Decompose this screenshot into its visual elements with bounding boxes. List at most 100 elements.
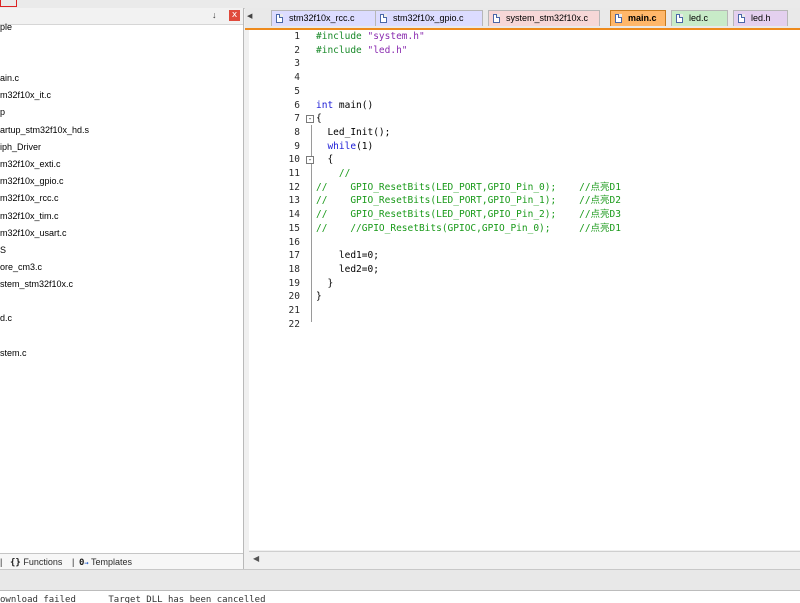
code-line: // //GPIO_ResetBits(GPIOC,GPIO_Pin_0); /… bbox=[316, 222, 621, 236]
code-token: while bbox=[327, 140, 357, 152]
line-number: 2 bbox=[294, 44, 300, 56]
code-token: // GPIO_ResetBits(LED_PORT,GPIO_Pin_0); … bbox=[316, 181, 621, 193]
code-line: { bbox=[316, 112, 322, 126]
line-number: 18 bbox=[288, 263, 300, 275]
code-token: #include bbox=[316, 44, 368, 56]
tab-file-1[interactable]: stm32f10x_gpio.c bbox=[375, 10, 483, 26]
tab-functions-label: Functions bbox=[23, 557, 63, 567]
tree-item[interactable]: stem_stm32f10x.c bbox=[0, 279, 73, 293]
tab-templates-label: Templates bbox=[90, 557, 133, 567]
pin-icon[interactable]: ↓ bbox=[212, 10, 217, 20]
code-line: Led_Init(); bbox=[316, 126, 390, 140]
tab-templates[interactable]: 0→ Templates bbox=[79, 555, 132, 569]
tree-item[interactable]: iph_Driver bbox=[0, 142, 41, 156]
fold-toggle-icon[interactable]: - bbox=[306, 115, 314, 124]
tree-item[interactable]: S bbox=[0, 245, 6, 259]
file-icon bbox=[615, 14, 622, 23]
code-token: (1) bbox=[356, 140, 374, 152]
project-panel: ↓ x ple ain.c m32f10x_it.cp artup_stm32f10x… bbox=[0, 8, 244, 570]
close-icon[interactable]: x bbox=[229, 10, 240, 21]
tree-item[interactable]: m32f10x_rcc.c bbox=[0, 193, 59, 207]
code-token: "system.h" bbox=[367, 31, 425, 42]
code-line: while(1) bbox=[316, 140, 373, 154]
tree-item[interactable]: d.c bbox=[0, 313, 12, 327]
code-token: "led.h" bbox=[367, 44, 408, 56]
code-token: } bbox=[316, 277, 334, 289]
line-number: 11 bbox=[288, 168, 300, 179]
templates-icon: 0→ bbox=[79, 558, 89, 568]
tree-item[interactable]: m32f10x_tim.c bbox=[0, 211, 59, 225]
tab-label: stm32f10x_rcc.c bbox=[289, 13, 355, 23]
line-number: 21 bbox=[288, 305, 300, 316]
code-line: int main() bbox=[316, 99, 373, 113]
tree-item[interactable]: m32f10x_exti.c bbox=[0, 159, 61, 173]
code-token: int bbox=[316, 99, 334, 111]
tree-item[interactable]: ain.c bbox=[0, 73, 19, 87]
tree-item[interactable]: ore_cm3.c bbox=[0, 262, 42, 276]
line-number: 8 bbox=[294, 126, 300, 138]
project-panel-tabs: | {} Functions | 0→ Templates bbox=[0, 553, 243, 570]
file-icon bbox=[738, 14, 745, 23]
code-line: // GPIO_ResetBits(LED_PORT,GPIO_Pin_1); … bbox=[316, 194, 621, 208]
horizontal-scrollbar[interactable]: ◀ bbox=[249, 551, 800, 567]
tree-item[interactable]: stem.c bbox=[0, 348, 27, 362]
code-line: #include "system.h" bbox=[316, 30, 425, 44]
code-line: led1=0; bbox=[316, 249, 379, 263]
project-panel-header: ↓ x bbox=[0, 8, 243, 25]
code-token: { bbox=[316, 113, 322, 125]
file-icon bbox=[276, 14, 283, 23]
tree-item[interactable]: m32f10x_gpio.c bbox=[0, 176, 64, 190]
file-icon bbox=[380, 14, 387, 23]
tab-functions[interactable]: {} Functions bbox=[10, 555, 62, 569]
highlight-box bbox=[0, 0, 17, 7]
code-token: } bbox=[316, 291, 322, 303]
panel-splitter[interactable] bbox=[0, 569, 800, 591]
line-number: 13 bbox=[288, 195, 300, 207]
scroll-left-icon[interactable]: ◀ bbox=[253, 554, 259, 563]
code-line: #include "led.h" bbox=[316, 44, 408, 58]
tree-item[interactable]: artup_stm32f10x_hd.s bbox=[0, 125, 89, 139]
code-token: // //GPIO_ResetBits(GPIOC,GPIO_Pin_0); /… bbox=[316, 222, 621, 234]
code-token: { bbox=[316, 154, 334, 166]
line-number: 10 bbox=[288, 154, 300, 166]
code-token: // GPIO_ResetBits(LED_PORT,GPIO_Pin_1); … bbox=[316, 195, 621, 207]
code-token: #include bbox=[316, 31, 368, 42]
file-icon bbox=[493, 14, 500, 23]
line-number: 16 bbox=[288, 236, 300, 248]
tree-item[interactable]: ple bbox=[0, 22, 12, 36]
line-number: 6 bbox=[294, 99, 300, 111]
tab-file-3[interactable]: main.c bbox=[610, 10, 666, 26]
tab-file-0[interactable]: stm32f10x_rcc.c bbox=[271, 10, 376, 26]
code-token: led1=0; bbox=[316, 250, 379, 262]
code-token: // GPIO_ResetBits(LED_PORT,GPIO_Pin_2); … bbox=[316, 209, 621, 221]
tab-label: system_stm32f10x.c bbox=[506, 13, 589, 23]
fold-toggle-icon[interactable]: - bbox=[306, 156, 314, 165]
tab-label: led.h bbox=[751, 13, 771, 23]
code-line: // bbox=[316, 167, 350, 181]
tab-file-4[interactable]: led.c bbox=[671, 10, 728, 26]
file-tab-bar: ◀ stm32f10x_rcc.c stm32f10x_gpio.c system_… bbox=[245, 8, 800, 30]
code-token: // bbox=[316, 168, 351, 179]
tab-file-2[interactable]: system_stm32f10x.c bbox=[488, 10, 600, 26]
tab-separator: | bbox=[72, 557, 75, 567]
line-number: 19 bbox=[288, 277, 300, 289]
line-number: 20 bbox=[288, 291, 300, 303]
line-number: 12 bbox=[288, 181, 300, 193]
tab-label: stm32f10x_gpio.c bbox=[393, 13, 464, 23]
line-number: 7 bbox=[294, 113, 300, 125]
tab-file-5[interactable]: led.h bbox=[733, 10, 788, 26]
code-token: main() bbox=[333, 99, 374, 111]
code-editor[interactable]: 1 2 3 4 5 6 7 8 9 10 11 12 13 14 15 16 17 18 19 20 21 22 #incl… bbox=[249, 30, 800, 550]
line-number: 14 bbox=[288, 209, 300, 221]
tree-item[interactable]: m32f10x_usart.c bbox=[0, 228, 67, 242]
line-number: 3 bbox=[294, 58, 300, 70]
code-line: { bbox=[316, 153, 333, 167]
line-number: 4 bbox=[294, 72, 300, 84]
line-number: 5 bbox=[294, 85, 300, 97]
tree-item[interactable]: p bbox=[0, 107, 5, 121]
code-line: } bbox=[316, 290, 322, 304]
code-token: led2=0; bbox=[316, 263, 379, 275]
tab-scroll-left-icon[interactable]: ◀ bbox=[247, 12, 252, 20]
tree-item[interactable]: m32f10x_it.c bbox=[0, 90, 51, 104]
